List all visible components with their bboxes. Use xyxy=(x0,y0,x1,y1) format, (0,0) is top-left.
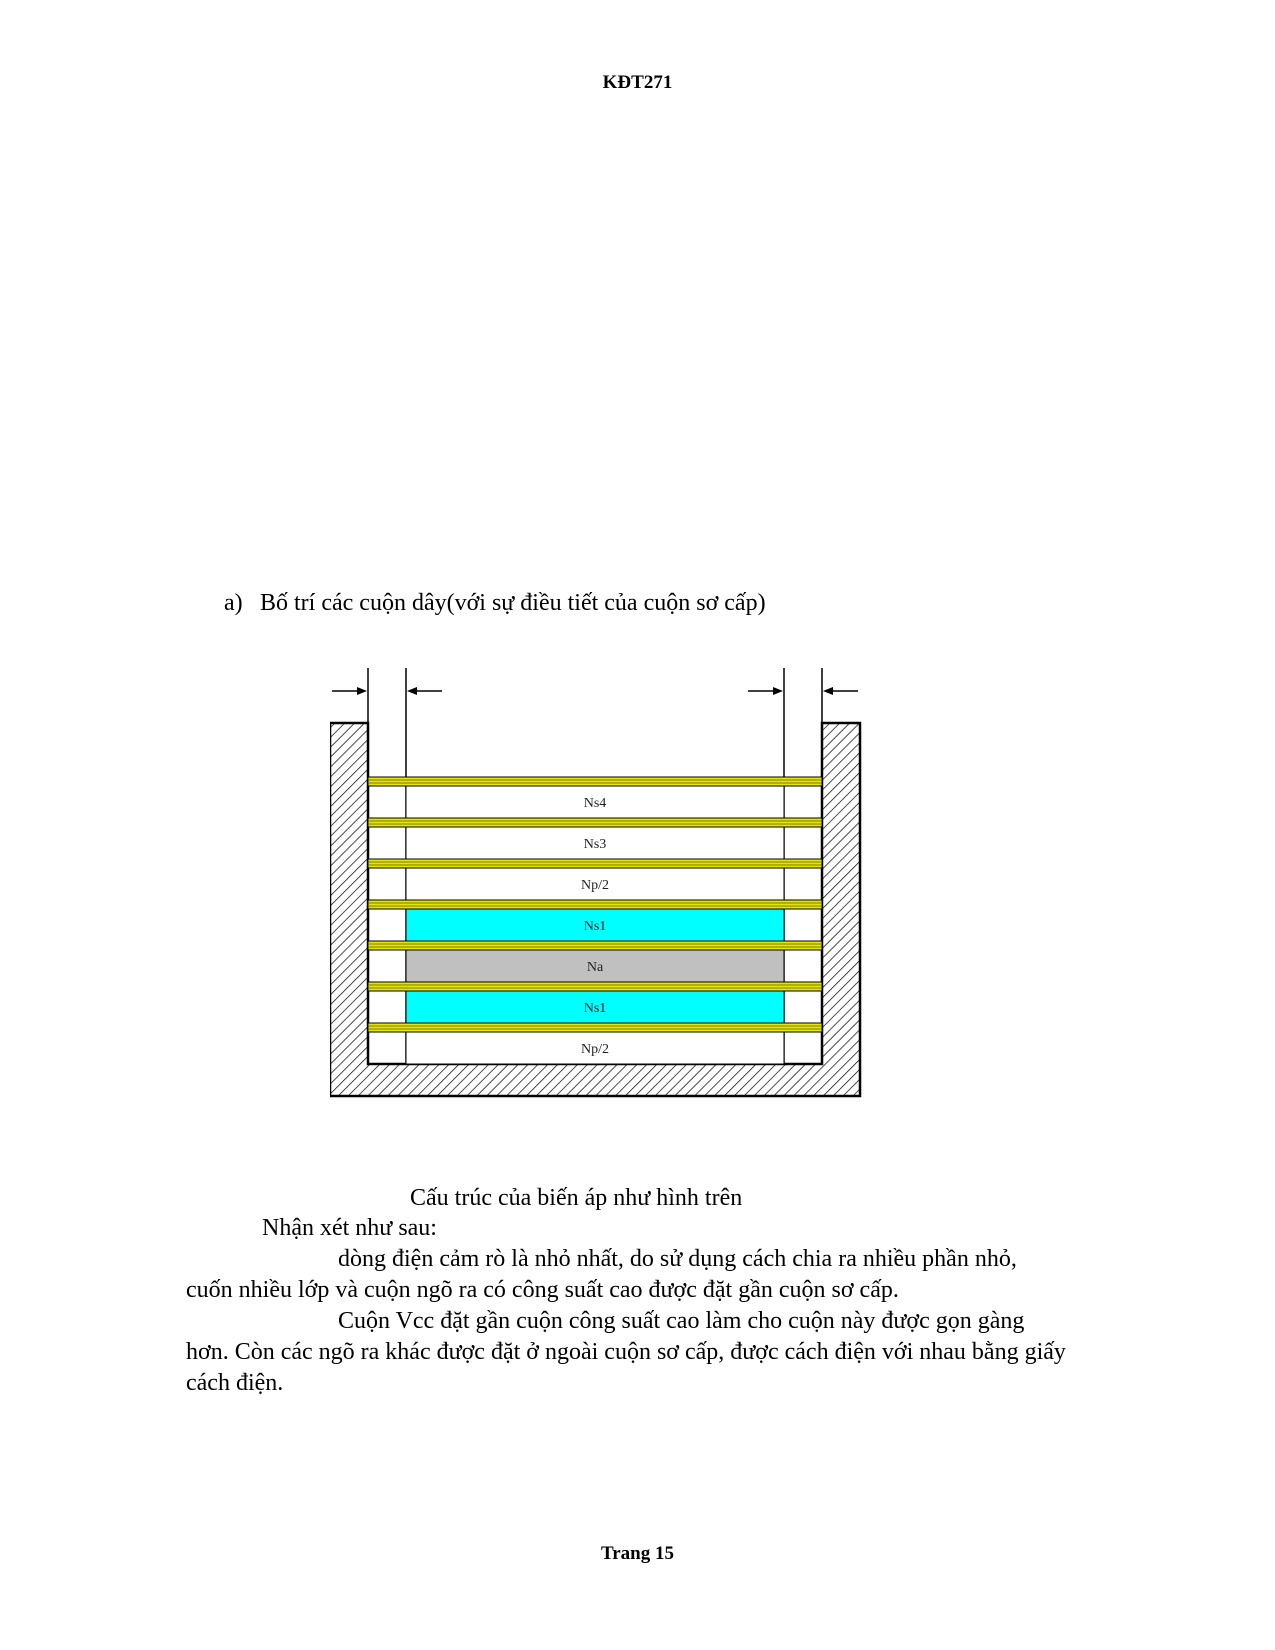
section-heading: a) Bố trí các cuộn dây(với sự điều tiết c… xyxy=(224,590,766,617)
figure-caption: Cấu trúc của biến áp như hình trên xyxy=(410,1185,743,1211)
dimension-arrow-right-outer xyxy=(748,687,783,695)
insulation-strip-5 xyxy=(367,940,823,951)
winding-label-2: Ns3 xyxy=(584,837,607,852)
winding-label-5: Na xyxy=(587,960,604,975)
document-header: KĐT271 xyxy=(602,72,673,93)
page-footer: Trang 15 xyxy=(600,1543,674,1564)
dimension-arrow-right-inner xyxy=(823,687,858,695)
insulation-strip-2 xyxy=(367,817,823,828)
winding-label-3: Np/2 xyxy=(581,878,609,893)
paragraph-leakage: dòng điện cảm rò là nhỏ nhất, do sử dụng… xyxy=(186,1246,1017,1303)
winding-label-6: Ns1 xyxy=(584,1001,607,1016)
section-marker: a) xyxy=(224,590,243,616)
paragraph-vcc-winding: Cuộn Vcc đặt gần cuộn công suất cao làm … xyxy=(186,1308,1066,1396)
winding-label-4: Ns1 xyxy=(584,919,607,934)
body-text: Nhận xét như sau: dòng điện cảm rò là nh… xyxy=(186,1213,1066,1399)
insulation-strip-3 xyxy=(367,858,823,869)
dimension-arrow-left-outer xyxy=(332,687,367,695)
insulation-strip-4 xyxy=(367,899,823,910)
winding-label-7: Np/2 xyxy=(581,1042,609,1057)
winding-label-1: Ns4 xyxy=(584,796,607,811)
dimension-label-right: 3mm xyxy=(787,668,820,672)
insulation-strip-1 xyxy=(367,776,823,787)
insulation-strip-6 xyxy=(367,981,823,992)
section-title: Bố trí các cuộn dây(với sự điều tiết của… xyxy=(260,590,766,616)
remarks-lead: Nhận xét như sau: xyxy=(262,1215,437,1241)
dimension-label-left: 3mm xyxy=(371,668,404,672)
transformer-winding-diagram: 3mm 3mm Np/2 Ns1 Na Ns1 Np/2 Ns3 Ns4 xyxy=(330,668,910,1168)
insulation-strip-7 xyxy=(367,1022,823,1033)
dimension-arrow-left-inner xyxy=(407,687,442,695)
